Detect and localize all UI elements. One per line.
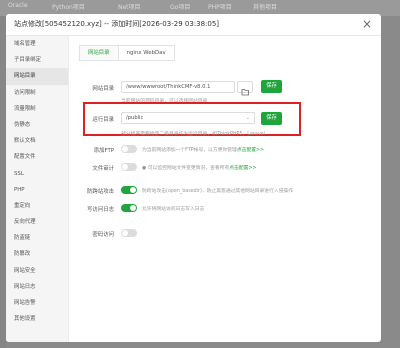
file-audit-config-link[interactable]: 点击配置>>	[229, 166, 256, 171]
file-audit-toggle[interactable]	[121, 163, 137, 171]
tab-nginx-webdav[interactable]: nginx WebDav	[118, 45, 175, 61]
site-dir-label: 网站目录	[92, 86, 114, 92]
run-dir-select[interactable]: /public ⌄	[121, 112, 255, 124]
sidebar-item-php[interactable]: PHP	[6, 182, 68, 198]
site-dir-input[interactable]: /www/wwwroot/ThinkCMF-v8.0.1	[121, 81, 235, 93]
sidebar-item-hotlink[interactable]: 防盗链	[6, 230, 68, 246]
ftp-label: 添加FTP	[93, 148, 114, 154]
file-audit-description-text: ● 可以监控网站文件变更情况，查看所有	[142, 166, 230, 171]
run-dir-label: 运行目录	[92, 117, 114, 123]
sidebar-item-subdir-binding[interactable]: 子目录绑定	[6, 52, 68, 68]
background-tab: Net项目	[118, 4, 141, 11]
sidebar-item-config-file[interactable]: 配置文件	[6, 149, 68, 165]
sidebar-item-tamper-proof[interactable]: 防篡改	[6, 246, 68, 262]
content-tabs: 网站目录 nginx WebDav	[79, 45, 175, 61]
background-tab: Python项目	[52, 4, 85, 11]
sidebar-item-default-doc[interactable]: 默认文档	[6, 133, 68, 149]
background-tab: PHP项目	[208, 4, 232, 11]
ftp-description: 为当前网站添加一个FTP帐号，以方便你管理点击配置>>	[142, 146, 264, 153]
anti-xss-toggle[interactable]	[121, 186, 137, 194]
background-tab: Go项目	[170, 4, 191, 11]
settings-sidebar: 域名管理 子目录绑定 网站目录 访问限制 流量限制 伪静态 默认文档 配置文件 …	[6, 36, 69, 342]
password-access-label: 密码访问	[92, 232, 114, 238]
settings-content: 网站目录 nginx WebDav 网站目录 /www/wwwroot/Thin…	[70, 36, 381, 342]
save-run-dir-button[interactable]: 保存	[261, 112, 282, 125]
ftp-config-link[interactable]: 点击配置>>	[237, 148, 264, 153]
run-dir-hint: 部分程序需要指定二级目录作为运行目录，如ThinkPHP5，Laravel	[121, 132, 265, 137]
sidebar-item-site-directory[interactable]: 网站目录	[6, 68, 68, 85]
close-icon[interactable]: ×	[362, 17, 372, 31]
sidebar-item-ssl[interactable]: SSL	[6, 166, 68, 182]
site-edit-modal: 站点修改[505452120.xyz] -- 添加时间[2026-03-29 0…	[6, 14, 381, 342]
background-tab: 其他项目	[253, 4, 278, 11]
sidebar-item-reverse-proxy[interactable]: 反向代理	[6, 214, 68, 230]
sidebar-item-other-settings[interactable]: 其他设置	[6, 311, 68, 327]
file-audit-label: 文件审计	[92, 166, 114, 172]
anti-xss-description: 防跨站攻击(open_basedir)，防止黑客通过其他网站目录进行入侵操作	[142, 189, 294, 194]
sidebar-item-domain[interactable]: 域名管理	[6, 36, 68, 52]
file-audit-description: ● 可以监控网站文件变更情况，查看所有点击配置>>	[142, 164, 257, 171]
sidebar-item-site-security[interactable]: 网站安全	[6, 263, 68, 279]
background-tab: Oracle	[8, 2, 28, 9]
modal-title: 站点修改[505452120.xyz] -- 添加时间[2026-03-29 0…	[14, 20, 220, 28]
folder-picker-button[interactable]	[237, 81, 253, 96]
access-log-label: 写访问日志	[87, 207, 114, 213]
sidebar-item-access-limit[interactable]: 访问限制	[6, 85, 68, 101]
tab-site-directory[interactable]: 网站目录	[79, 45, 119, 61]
modal-header: 站点修改[505452120.xyz] -- 添加时间[2026-03-29 0…	[6, 14, 381, 36]
anti-xss-label: 防跨站攻击	[87, 189, 114, 195]
ftp-toggle[interactable]	[121, 145, 137, 153]
save-site-dir-button[interactable]: 保存	[261, 80, 282, 93]
folder-icon	[241, 89, 249, 96]
sidebar-item-traffic-limit[interactable]: 流量限制	[6, 101, 68, 117]
password-access-toggle[interactable]	[121, 229, 137, 237]
ftp-description-text: 为当前网站添加一个FTP帐号，以方便你管理	[142, 148, 237, 153]
sidebar-item-redirect[interactable]: 重定向	[6, 198, 68, 214]
sidebar-item-rewrite[interactable]: 伪静态	[6, 117, 68, 133]
access-log-description: 允许将网站访问日志写入日志	[142, 207, 205, 212]
sidebar-item-site-logs[interactable]: 网站日志	[6, 279, 68, 295]
run-dir-selected-value: /public	[126, 115, 144, 121]
sidebar-item-site-alerts[interactable]: 网站告警	[6, 295, 68, 311]
access-log-toggle[interactable]	[121, 204, 137, 212]
chevron-down-icon: ⌄	[245, 115, 250, 121]
